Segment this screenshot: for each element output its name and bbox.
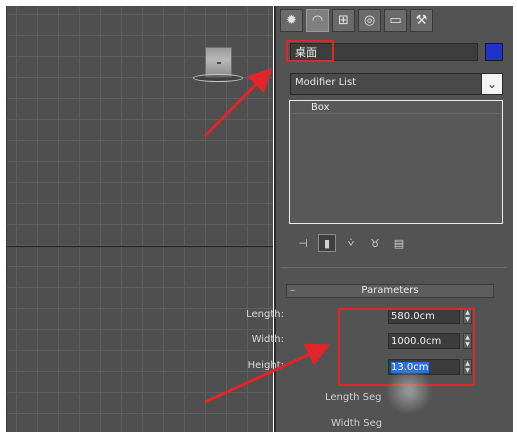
modifier-stack[interactable]: Box [289, 100, 503, 224]
parameters-rollout-header[interactable]: – Parameters [286, 284, 494, 298]
divider [281, 267, 507, 268]
make-unique-icon[interactable]: ⩒ [342, 234, 360, 252]
box-selection-outline [193, 74, 243, 82]
modifier-list-label: Modifier List [295, 77, 357, 88]
remove-modifier-icon[interactable]: ♉ [366, 234, 384, 252]
grid-axis-line [7, 246, 273, 247]
configure-sets-icon[interactable]: ▤ [390, 234, 408, 252]
parameters-title: Parameters [361, 285, 419, 296]
watermark-logo [384, 368, 434, 414]
motion-tab-icon[interactable]: ◎ [358, 9, 381, 32]
width-segs-label: Width Seg [331, 418, 383, 429]
hierarchy-tab-icon[interactable]: ⊞ [332, 9, 355, 32]
object-color-swatch[interactable] [485, 43, 503, 61]
command-panel-tabs: ✹ ◠ ⊞ ◎ ▭ ⚒ [280, 9, 433, 33]
modifier-list-dropdown[interactable]: Modifier List [290, 73, 502, 95]
command-panel: ✹ ◠ ⊞ ◎ ▭ ⚒ 桌面 Modifier List ⌄ Box ⊣ ▮ ⩒… [246, 6, 513, 432]
chevron-down-icon[interactable]: ⌄ [481, 73, 503, 95]
pin-stack-icon[interactable]: ⊣ [294, 234, 312, 252]
show-end-result-icon[interactable]: ▮ [318, 234, 336, 252]
utilities-tab-icon[interactable]: ⚒ [410, 9, 433, 32]
height-label: Height: [247, 360, 284, 371]
display-tab-icon[interactable]: ▭ [384, 9, 407, 32]
annotation-box-name [286, 40, 334, 62]
stack-item-box[interactable]: Box [291, 102, 501, 114]
length-label: Length: [246, 309, 284, 320]
modify-tab-icon[interactable]: ◠ [306, 9, 329, 32]
stack-toolbar: ⊣ ▮ ⩒ ♉ ▤ [294, 234, 408, 252]
create-tab-icon[interactable]: ✹ [280, 9, 303, 32]
collapse-icon[interactable]: – [290, 285, 295, 297]
length-segs-label: Length Seg [325, 392, 382, 403]
width-label: Width: [251, 334, 284, 345]
